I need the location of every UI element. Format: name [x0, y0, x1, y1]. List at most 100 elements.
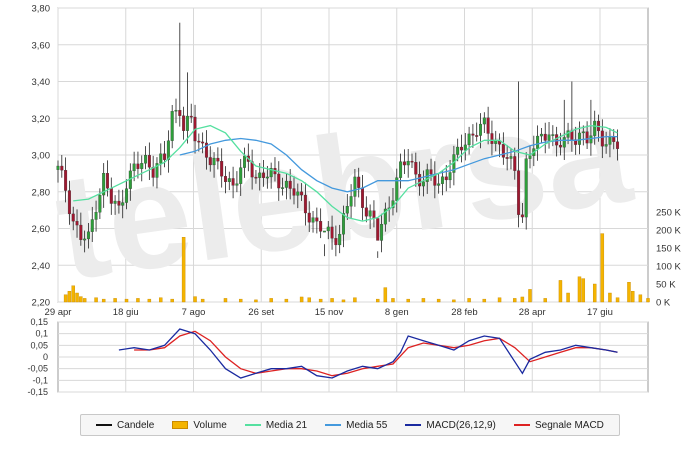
candle-body	[163, 153, 167, 160]
candle-body	[475, 135, 479, 137]
candle-body	[524, 158, 528, 218]
macd-tick-label: 0	[43, 352, 48, 362]
candle-body	[140, 163, 144, 169]
candle-body	[528, 155, 532, 159]
date-tick-label: 7 ago	[182, 307, 206, 318]
volume-bar	[299, 296, 304, 303]
legend-swatch	[172, 421, 189, 429]
volume-bar	[341, 299, 346, 303]
volume-bar	[383, 287, 388, 303]
legend-label: Candele	[117, 419, 155, 431]
legend-swatch	[244, 424, 261, 426]
candle-body	[440, 176, 444, 184]
candle-body	[368, 210, 372, 217]
candle-body	[616, 141, 620, 149]
macd-tick-label: 0,1	[35, 329, 48, 339]
candle-body	[281, 187, 285, 189]
candle-body	[513, 156, 517, 171]
candle-body	[608, 136, 612, 145]
candle-body	[132, 163, 136, 172]
candle-body	[517, 170, 521, 215]
candle-body	[106, 173, 109, 189]
candle-body	[536, 135, 540, 149]
volume-bar	[638, 294, 643, 303]
legend-item[interactable]: Candele	[96, 420, 154, 431]
volume-bar	[330, 298, 334, 303]
macd-tick-label: -0,15	[27, 387, 48, 397]
candle-body	[418, 174, 422, 187]
legend-label: Segnale MACD	[534, 419, 604, 431]
candle-body	[600, 130, 604, 147]
candle-body	[254, 176, 258, 179]
date-tick-label: 17 giu	[587, 307, 613, 318]
volume-tick-label: 250 K	[656, 208, 681, 219]
candle-body	[170, 111, 174, 141]
price-tick-label: 3,80	[32, 4, 51, 15]
candle-body	[421, 181, 425, 187]
volume-bar	[376, 298, 380, 303]
volume-bar	[482, 298, 487, 303]
volume-bar	[124, 298, 129, 303]
legend-swatch	[96, 424, 113, 426]
legend-item[interactable]: MACD(26,12,9)	[405, 420, 496, 431]
candle-body	[216, 157, 220, 162]
price-tick-label: 3,60	[32, 40, 51, 51]
candle-body	[353, 176, 357, 197]
candle-body	[159, 153, 163, 164]
candle-body	[144, 155, 148, 164]
candle-body	[296, 191, 300, 196]
candle-body	[307, 212, 311, 223]
candle-body	[322, 230, 326, 233]
legend-item[interactable]: Volume	[172, 420, 227, 431]
date-tick-label: 26 set	[248, 307, 274, 318]
candle-body	[463, 144, 467, 151]
price-axis: 2,202,402,602,803,003,203,403,603,80	[32, 4, 51, 309]
volume-bar	[170, 298, 174, 303]
volume-bar	[200, 298, 205, 303]
candle-body	[212, 157, 216, 166]
volume-bar	[254, 299, 258, 303]
legend-item[interactable]: Media 21	[244, 420, 307, 431]
legend-item[interactable]: Media 55	[325, 420, 387, 431]
date-axis: 29 apr 18 giu 7 ago 26 set 15 nov 8 gen 28 feb…	[45, 307, 613, 318]
candle-body	[117, 200, 121, 206]
volume-bar	[101, 298, 106, 303]
volume-bar	[543, 298, 547, 303]
candle-body	[490, 133, 494, 144]
candle-body	[372, 210, 376, 219]
volume-bar	[566, 292, 570, 303]
candle-body	[60, 165, 64, 171]
volume-bar	[592, 283, 597, 303]
price-tick-label: 3,20	[32, 114, 51, 125]
candle-body	[376, 218, 380, 241]
volume-bar	[581, 278, 586, 303]
legend-item[interactable]: Segnale MACD	[513, 419, 604, 431]
candle-body	[612, 136, 616, 142]
candle-body	[303, 194, 307, 214]
volume-bar	[353, 297, 357, 303]
candle-body	[444, 176, 448, 181]
volume-tick-label: 200 K	[656, 226, 681, 237]
candle-body	[448, 172, 452, 181]
candle-body	[174, 109, 178, 112]
volume-bar	[608, 292, 612, 303]
price-tick-label: 3,00	[32, 151, 51, 162]
volume-bar	[318, 298, 323, 303]
candle-body	[429, 169, 433, 175]
candle-body	[509, 156, 513, 159]
candle-body	[288, 180, 292, 189]
candle-body	[284, 180, 288, 188]
macd-grid	[57, 321, 649, 393]
candle-body	[364, 207, 368, 217]
volume-bar	[467, 298, 471, 303]
chart-legend: Candele Volume Media 21 Media 55 MACD(26,12,…	[80, 414, 620, 436]
volume-bar	[452, 299, 456, 303]
volume-bar	[113, 298, 117, 303]
candle-body	[86, 231, 90, 240]
volume-bar	[627, 282, 631, 303]
candle-body	[593, 120, 597, 136]
candle-body	[239, 167, 243, 184]
candle-body	[589, 135, 593, 144]
volume-bar	[136, 298, 140, 303]
candle-body	[551, 134, 555, 136]
